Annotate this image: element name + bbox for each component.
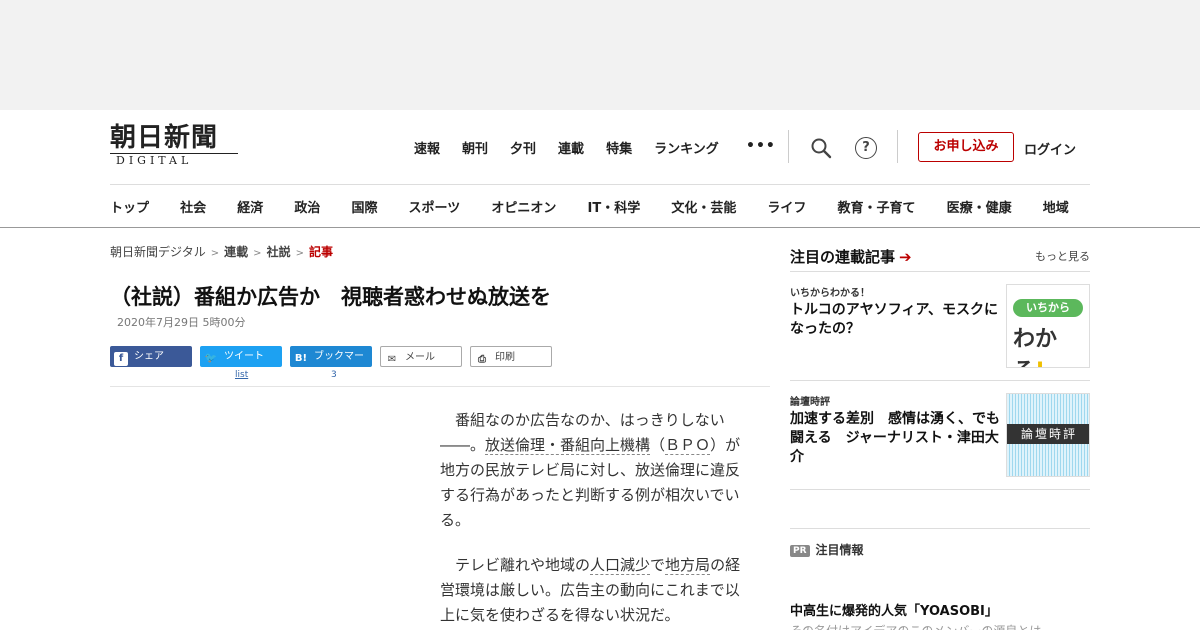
- printer-icon: ⎙: [478, 354, 486, 365]
- category-society[interactable]: 社会: [180, 197, 206, 216]
- sidebar-article-thumbnail[interactable]: 論壇時評: [1006, 393, 1090, 477]
- pr-article-snippet: その名付けアイデアのこのメンバーの源泉とは: [790, 622, 1041, 630]
- sidebar-article[interactable]: 論壇時評 加速する差別 感情は湧く、でも闘える ジャーナリスト・津田大介 論壇時…: [790, 381, 1090, 490]
- paragraph-text: テレビ離れや地域の: [455, 556, 591, 574]
- featured-series-sidebar: 注目の連載記事 ➔ もっと見る いちからわかる！ トルコのアヤソフィア、モスクにな…: [790, 240, 1090, 490]
- keyword-link[interactable]: ＢＰＯ: [665, 436, 711, 455]
- sidebar-article-title[interactable]: トルコのアヤソフィア、モスクになったの？: [790, 301, 1002, 339]
- breadcrumb-editorial[interactable]: 社説: [267, 245, 291, 259]
- article-paragraph: 番組なのか広告なのか、はっきりしない――。放送倫理・番組向上機構（ＢＰＯ）が地方…: [440, 408, 750, 533]
- header-divider: [897, 130, 898, 163]
- logo-sub-text: DIGITAL: [110, 153, 238, 167]
- category-it-science[interactable]: IT・科学: [588, 197, 641, 216]
- pr-badge: PR: [790, 545, 810, 557]
- article-title: （社説）番組か広告か 視聴者惑わせぬ放送を: [110, 285, 551, 309]
- nav-divider: [110, 184, 1090, 185]
- category-life[interactable]: ライフ: [767, 197, 806, 216]
- article-body: 番組なのか広告なのか、はっきりしない――。放送倫理・番組向上機構（ＢＰＯ）が地方…: [440, 408, 750, 630]
- keyword-link[interactable]: 人口減少: [590, 556, 651, 575]
- search-icon[interactable]: [810, 137, 832, 159]
- see-more-link[interactable]: もっと見る: [1035, 248, 1090, 264]
- category-local[interactable]: 地域: [1043, 197, 1069, 216]
- sidebar-article-title[interactable]: 加速する差別 感情は湧く、でも闘える ジャーナリスト・津田大介: [790, 410, 1002, 467]
- sidebar-article[interactable]: いちからわかる！ トルコのアヤソフィア、モスクになったの？ いちから わかる!: [790, 272, 1090, 381]
- thumbnail-band-text: 論壇時評: [1007, 424, 1089, 444]
- nav-item-ranking[interactable]: ランキング: [654, 138, 719, 157]
- facebook-share-label: シェア: [134, 351, 164, 362]
- article-date: 2020年7月29日 5時00分: [117, 316, 246, 329]
- twitter-bird-icon: 🐦: [204, 353, 218, 364]
- breadcrumb-series[interactable]: 連載: [224, 245, 248, 259]
- twitter-share-button[interactable]: 🐦 ツイート: [200, 346, 282, 367]
- breadcrumb-separator: >: [253, 248, 262, 259]
- category-health[interactable]: 医療・健康: [947, 197, 1012, 216]
- logo-main-text: 朝日新聞: [110, 123, 219, 153]
- category-opinion[interactable]: オピニオン: [491, 197, 556, 216]
- print-button[interactable]: ⎙ 印刷: [470, 346, 552, 367]
- asahi-digital-logo[interactable]: 朝日新聞 DIGITAL: [110, 124, 250, 172]
- sidebar-article-thumbnail[interactable]: いちから わかる!: [1006, 284, 1090, 368]
- mail-share-label: メール: [405, 352, 435, 363]
- category-culture[interactable]: 文化・芸能: [671, 197, 736, 216]
- thumbnail-exclamation: !: [1035, 359, 1045, 367]
- breadcrumb-current: 記事: [308, 245, 333, 259]
- login-link[interactable]: ログイン: [1024, 139, 1076, 158]
- article-divider: [110, 386, 770, 387]
- breadcrumb-separator: >: [210, 248, 220, 259]
- mail-share-button[interactable]: ✉ メール: [380, 346, 462, 367]
- paragraph-text: （: [650, 436, 666, 454]
- keyword-link[interactable]: 放送倫理・番組向上機構: [485, 436, 651, 455]
- nav-item-features[interactable]: 特集: [606, 138, 632, 157]
- hatena-bookmark-button[interactable]: B! ブックマーク: [290, 346, 372, 383]
- category-politics[interactable]: 政治: [294, 197, 320, 216]
- pr-article-title[interactable]: 中高生に爆発的人気「YOASOBI」: [790, 600, 998, 619]
- thumbnail-pill-text: いちから: [1013, 299, 1083, 317]
- category-sports[interactable]: スポーツ: [409, 197, 461, 216]
- pr-section-title: 注目情報: [815, 543, 864, 557]
- nav-item-evening[interactable]: 夕刊: [510, 138, 536, 157]
- category-economy[interactable]: 経済: [237, 197, 263, 216]
- breadcrumb-separator: >: [295, 248, 304, 259]
- keyword-link[interactable]: 地方局: [665, 556, 711, 575]
- facebook-icon: f: [114, 352, 128, 366]
- category-international[interactable]: 国際: [351, 197, 377, 216]
- pr-section-header: PR 注目情報: [790, 528, 1090, 558]
- twitter-share-label: ツイート: [224, 351, 264, 362]
- header-divider: [788, 130, 789, 163]
- help-icon[interactable]: ?: [855, 137, 877, 159]
- category-education[interactable]: 教育・子育て: [838, 197, 916, 216]
- top-nav: 速報 朝刊 夕刊 連載 特集 ランキング: [414, 138, 741, 157]
- sidebar-title[interactable]: 注目の連載記事 ➔: [790, 246, 912, 267]
- hatena-bookmark-count[interactable]: 3: [331, 370, 337, 380]
- category-nav: トップ 社会 経済 政治 国際 スポーツ オピニオン IT・科学 文化・芸能 ラ…: [110, 197, 1200, 216]
- nav-item-breaking[interactable]: 速報: [414, 138, 440, 157]
- mail-icon: ✉: [387, 354, 397, 365]
- thumbnail-big-text: わかる!: [1013, 321, 1089, 367]
- sidebar-article-series: いちからわかる！: [790, 288, 870, 299]
- print-label: 印刷: [495, 352, 515, 363]
- more-menu-icon[interactable]: •••: [746, 138, 776, 154]
- breadcrumb-home[interactable]: 朝日新聞デジタル: [110, 245, 206, 259]
- facebook-share-button[interactable]: f シェア: [110, 346, 192, 367]
- hatena-bookmark-icon: B!: [294, 353, 308, 364]
- nav-item-morning[interactable]: 朝刊: [462, 138, 488, 157]
- sidebar-title-text: 注目の連載記事: [790, 248, 896, 266]
- arrow-right-icon: ➔: [899, 248, 912, 266]
- ad-banner: [0, 0, 1200, 110]
- breadcrumb: 朝日新聞デジタル > 連載 > 社説 > 記事: [110, 243, 333, 260]
- category-top[interactable]: トップ: [110, 197, 149, 216]
- twitter-share-count[interactable]: list: [235, 370, 248, 380]
- site-header: 朝日新聞 DIGITAL 速報 朝刊 夕刊 連載 特集 ランキング ••• ? …: [0, 110, 1200, 228]
- article-paragraph: テレビ離れや地域の人口減少で地方局の経営環境は厳しい。広告主の動向にこれまで以上…: [440, 553, 750, 628]
- paragraph-text: で: [650, 556, 666, 574]
- subscribe-button[interactable]: お申し込み: [918, 132, 1014, 162]
- sidebar-article-series: 論壇時評: [790, 397, 830, 408]
- sidebar-header: 注目の連載記事 ➔ もっと見る: [790, 240, 1090, 272]
- nav-item-series[interactable]: 連載: [558, 138, 584, 157]
